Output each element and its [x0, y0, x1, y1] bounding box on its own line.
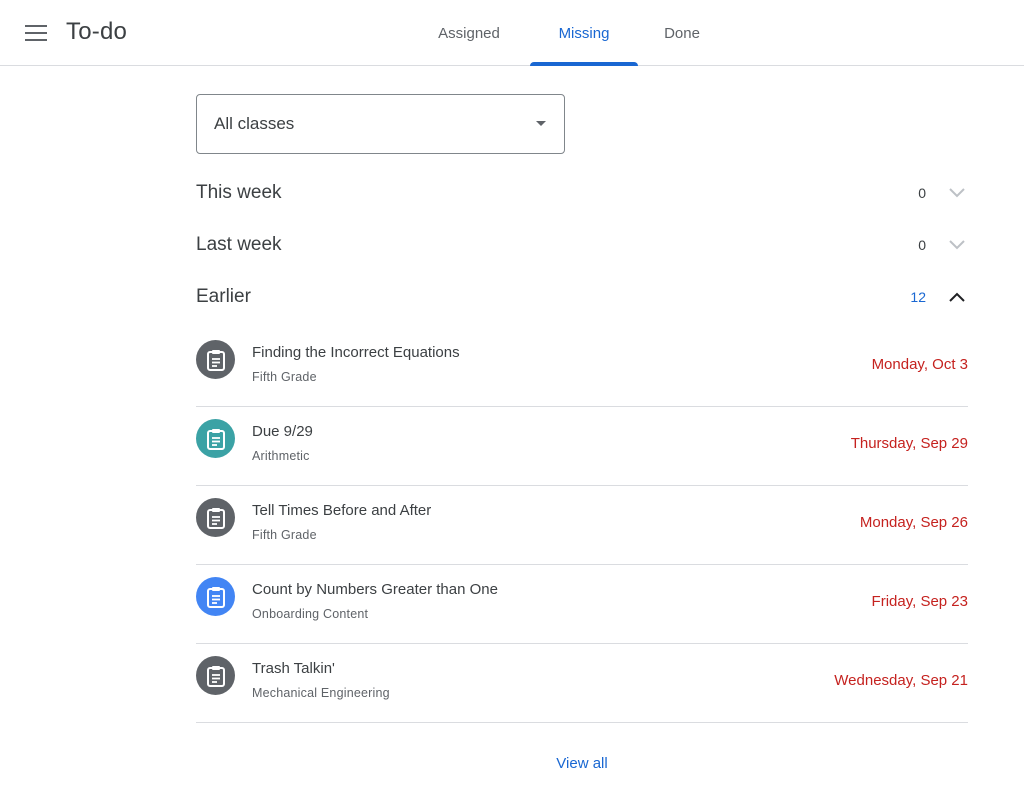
- assignment-title: Tell Times Before and After: [252, 502, 432, 519]
- section-count: 12: [910, 289, 926, 305]
- assignment-row[interactable]: Trash Talkin' Mechanical Engineering Wed…: [196, 644, 968, 723]
- section-this-week[interactable]: This week 0: [196, 177, 968, 209]
- assignment-title: Due 9/29: [252, 423, 313, 440]
- assignment-row[interactable]: Count by Numbers Greater than One Onboar…: [196, 565, 968, 644]
- assignment-due-date: Friday, Sep 23: [871, 593, 968, 610]
- section-last-week[interactable]: Last week 0: [196, 229, 968, 261]
- section-earlier[interactable]: Earlier 12: [196, 281, 968, 313]
- assignment-icon: [196, 577, 235, 616]
- assignment-class: Onboarding Content: [252, 607, 369, 621]
- assignment-icon: [196, 498, 235, 537]
- dropdown-arrow-icon: [536, 121, 546, 126]
- chevron-up-icon: [946, 286, 968, 308]
- assignment-icon: [196, 656, 235, 695]
- chevron-down-icon: [946, 182, 968, 204]
- top-app-bar: To-do Assigned Missing Done: [0, 0, 1024, 66]
- assignment-class: Arithmetic: [252, 449, 310, 463]
- class-filter-dropdown[interactable]: All classes: [196, 94, 565, 154]
- tab-bar: Assigned Missing Done: [0, 0, 1024, 66]
- class-filter-value: All classes: [214, 114, 295, 133]
- chevron-down-icon: [946, 234, 968, 256]
- assignment-class: Fifth Grade: [252, 528, 317, 542]
- assignment-due-date: Wednesday, Sep 21: [834, 672, 968, 689]
- assignment-due-date: Monday, Oct 3: [871, 356, 968, 373]
- tab-assigned[interactable]: Assigned: [420, 0, 518, 66]
- assignment-due-date: Thursday, Sep 29: [850, 435, 968, 452]
- assignment-row[interactable]: Finding the Incorrect Equations Fifth Gr…: [196, 328, 968, 407]
- tab-missing[interactable]: Missing: [531, 0, 637, 66]
- assignment-row[interactable]: Tell Times Before and After Fifth Grade …: [196, 486, 968, 565]
- section-count: 0: [918, 237, 926, 253]
- assignment-class: Mechanical Engineering: [252, 686, 390, 700]
- section-count: 0: [918, 185, 926, 201]
- section-title: Earlier: [196, 286, 251, 307]
- tab-done[interactable]: Done: [646, 0, 718, 66]
- assignment-class: Fifth Grade: [252, 370, 317, 384]
- assignment-title: Trash Talkin': [252, 660, 335, 677]
- section-title: Last week: [196, 234, 282, 255]
- assignment-title: Finding the Incorrect Equations: [252, 344, 460, 361]
- assignment-title: Count by Numbers Greater than One: [252, 581, 498, 598]
- assignment-due-date: Monday, Sep 26: [859, 514, 968, 531]
- assignment-row[interactable]: Due 9/29 Arithmetic Thursday, Sep 29: [196, 407, 968, 486]
- assignment-icon: [196, 419, 235, 458]
- assignment-icon: [196, 340, 235, 379]
- section-title: This week: [196, 182, 282, 203]
- view-all-link[interactable]: View all: [520, 755, 644, 777]
- active-tab-indicator: [530, 62, 638, 66]
